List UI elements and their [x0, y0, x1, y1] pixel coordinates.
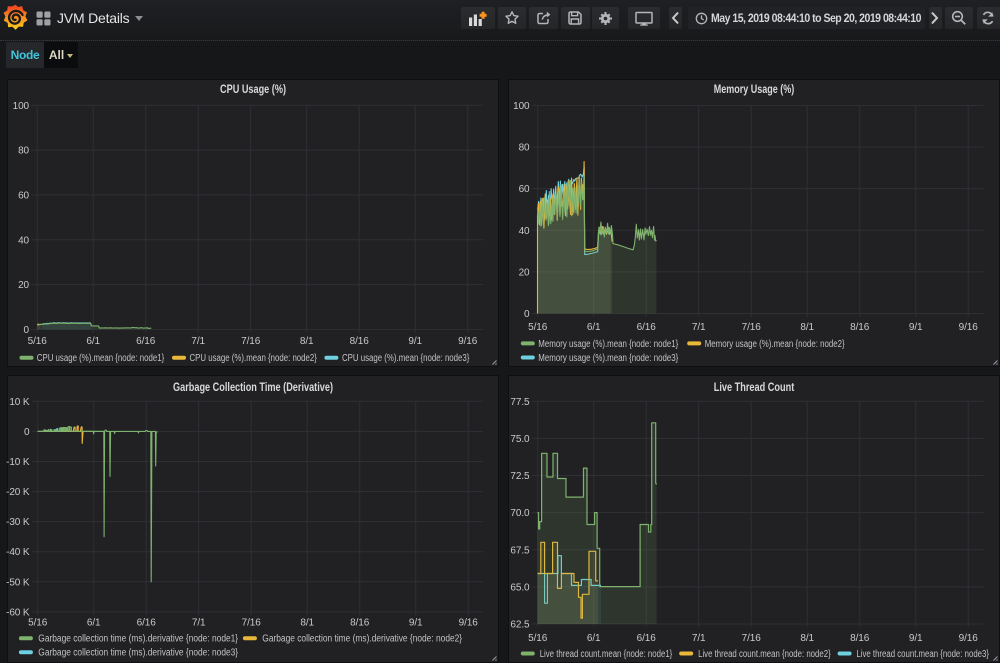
svg-text:5/16: 5/16: [528, 633, 548, 644]
svg-text:9/16: 9/16: [459, 617, 479, 628]
svg-text:May 15, 2019 08:44:10 to Sep 2: May 15, 2019 08:44:10 to Sep 20, 2019 08…: [711, 13, 921, 25]
svg-text:7/1: 7/1: [191, 336, 205, 347]
svg-text:7/1: 7/1: [692, 633, 706, 644]
svg-text:70.0: 70.0: [510, 508, 530, 519]
svg-text:-10 K: -10 K: [6, 457, 30, 468]
svg-text:Garbage Collection Time (Deriv: Garbage Collection Time (Derivative): [173, 382, 333, 394]
svg-text:Garbage collection time (ms).d: Garbage collection time (ms).derivative …: [262, 634, 462, 645]
svg-text:5/16: 5/16: [28, 617, 48, 628]
svg-text:72.5: 72.5: [510, 471, 530, 482]
svg-text:6/1: 6/1: [87, 617, 101, 628]
svg-text:-30 K: -30 K: [6, 517, 30, 528]
svg-text:60: 60: [18, 190, 29, 201]
svg-text:-40 K: -40 K: [6, 547, 30, 558]
svg-text:Garbage collection time (ms).d: Garbage collection time (ms).derivative …: [38, 648, 238, 659]
svg-text:6/1: 6/1: [587, 633, 601, 644]
svg-text:100: 100: [513, 101, 530, 112]
svg-text:6/16: 6/16: [637, 322, 657, 333]
svg-text:60: 60: [519, 184, 530, 195]
svg-text:Memory usage (%).mean {node: n: Memory usage (%).mean {node: node2}: [705, 339, 846, 350]
svg-text:20: 20: [18, 280, 29, 291]
svg-text:Memory Usage (%): Memory Usage (%): [714, 84, 795, 96]
svg-text:6/1: 6/1: [587, 322, 601, 333]
svg-text:7/16: 7/16: [241, 336, 261, 347]
svg-text:7/16: 7/16: [242, 617, 262, 628]
svg-text:9/16: 9/16: [959, 633, 979, 644]
svg-text:CPU usage (%).mean {node: node: CPU usage (%).mean {node: node2}: [190, 353, 318, 364]
svg-text:9/1: 9/1: [409, 617, 423, 628]
svg-text:Live thread count.mean {node:: Live thread count.mean {node: node3}: [856, 649, 989, 660]
svg-text:Live thread count.mean {node:: Live thread count.mean {node: node1}: [540, 649, 673, 660]
svg-text:75.0: 75.0: [510, 434, 530, 445]
svg-text:9/1: 9/1: [408, 336, 422, 347]
svg-text:CPU usage (%).mean {node: node: CPU usage (%).mean {node: node3}: [342, 353, 470, 364]
svg-text:62.5: 62.5: [510, 620, 530, 631]
svg-text:40: 40: [519, 226, 530, 237]
svg-text:9/16: 9/16: [458, 336, 478, 347]
svg-text:8/1: 8/1: [300, 617, 314, 628]
svg-text:5/16: 5/16: [28, 336, 48, 347]
svg-text:8/16: 8/16: [350, 336, 370, 347]
svg-text:-20 K: -20 K: [6, 487, 30, 498]
svg-text:Memory usage (%).mean {node: n: Memory usage (%).mean {node: node3}: [538, 353, 679, 364]
svg-text:7/16: 7/16: [742, 633, 762, 644]
svg-text:8/16: 8/16: [350, 617, 370, 628]
svg-text:80: 80: [18, 146, 29, 157]
svg-text:6/16: 6/16: [136, 336, 156, 347]
svg-text:7/16: 7/16: [742, 322, 762, 333]
svg-text:Live Thread Count: Live Thread Count: [714, 382, 795, 394]
svg-text:-60 K: -60 K: [6, 607, 30, 618]
svg-text:80: 80: [519, 143, 530, 154]
svg-text:-50 K: -50 K: [6, 577, 30, 588]
svg-text:9/16: 9/16: [959, 322, 979, 333]
svg-text:7/1: 7/1: [192, 617, 206, 628]
svg-text:Garbage collection time (ms).d: Garbage collection time (ms).derivative …: [38, 634, 238, 645]
svg-text:8/1: 8/1: [800, 633, 814, 644]
svg-text:0: 0: [24, 325, 30, 336]
svg-text:8/16: 8/16: [850, 322, 870, 333]
svg-text:0: 0: [524, 309, 530, 320]
svg-text:7/1: 7/1: [692, 322, 706, 333]
svg-text:Memory usage (%).mean {node: n: Memory usage (%).mean {node: node1}: [538, 339, 679, 350]
svg-text:8/1: 8/1: [800, 322, 814, 333]
svg-text:0: 0: [24, 427, 30, 438]
svg-text:6/1: 6/1: [86, 336, 100, 347]
svg-text:65.0: 65.0: [510, 582, 530, 593]
svg-text:67.5: 67.5: [510, 545, 530, 556]
svg-text:8/16: 8/16: [850, 633, 870, 644]
svg-text:8/1: 8/1: [300, 336, 314, 347]
svg-text:9/1: 9/1: [909, 322, 923, 333]
svg-text:100: 100: [13, 101, 30, 112]
svg-text:CPU Usage (%): CPU Usage (%): [220, 84, 286, 96]
svg-text:CPU usage (%).mean {node: node: CPU usage (%).mean {node: node1}: [37, 353, 165, 364]
svg-text:20: 20: [519, 267, 530, 278]
svg-text:40: 40: [18, 235, 29, 246]
svg-text:Live thread count.mean {node:: Live thread count.mean {node: node2}: [698, 649, 831, 660]
svg-text:77.5: 77.5: [510, 397, 530, 408]
svg-text:10 K: 10 K: [9, 397, 30, 408]
svg-text:6/16: 6/16: [137, 617, 157, 628]
svg-text:6/16: 6/16: [637, 633, 657, 644]
svg-text:5/16: 5/16: [528, 322, 548, 333]
svg-text:9/1: 9/1: [909, 633, 923, 644]
